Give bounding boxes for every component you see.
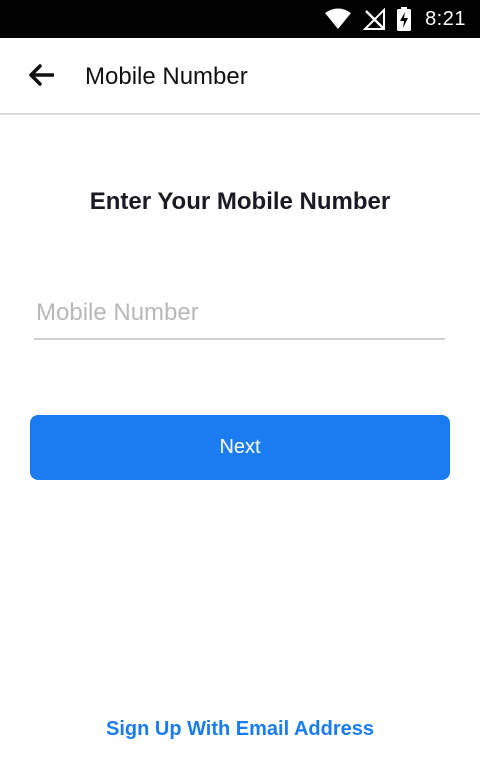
next-button[interactable]: Next [30, 415, 450, 480]
back-button[interactable] [24, 60, 58, 94]
sign-up-with-email-link[interactable]: Sign Up With Email Address [0, 715, 480, 743]
mobile-number-heading: Enter Your Mobile Number [89, 188, 391, 215]
wifi-icon [325, 8, 352, 30]
status-bar: 8:21 [0, 0, 480, 38]
battery-charging-icon [397, 7, 412, 31]
no-signal-icon [363, 8, 386, 30]
status-time: 8:21 [425, 7, 466, 30]
app-bar: Mobile Number [0, 38, 480, 115]
status-icons: 8:21 [325, 0, 466, 38]
mobile-number-input[interactable] [34, 288, 445, 340]
arrow-back-icon [28, 63, 55, 91]
page-title: Mobile Number [85, 63, 248, 90]
